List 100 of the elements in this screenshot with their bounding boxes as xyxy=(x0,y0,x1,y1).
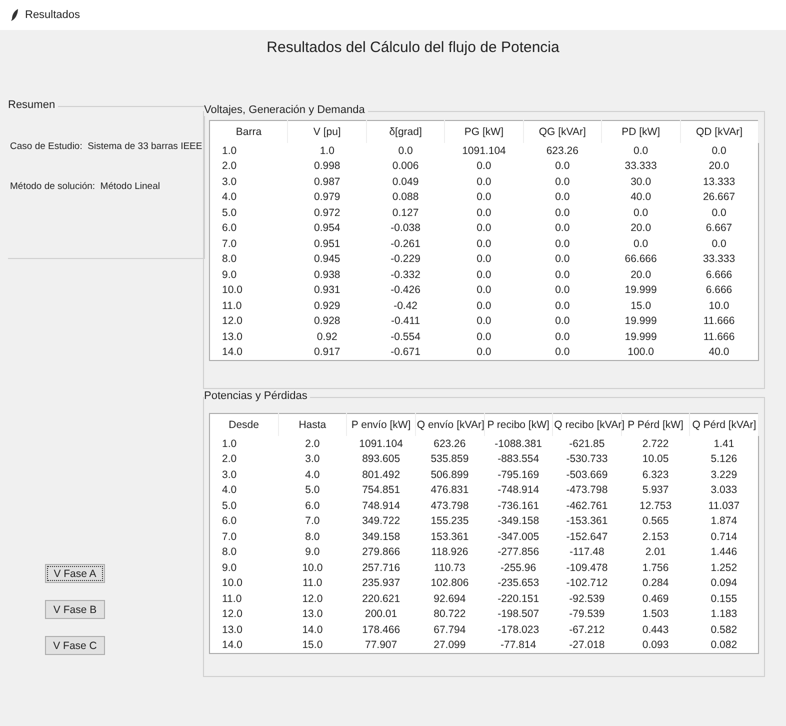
table-cell: 0.127 xyxy=(366,205,445,220)
table-cell: 535.859 xyxy=(415,452,484,467)
table-cell: 476.831 xyxy=(415,482,484,498)
table-cell: 0.0 xyxy=(523,236,602,252)
table-cell: 1.0 xyxy=(288,143,366,158)
table-cell: 0.945 xyxy=(288,252,366,267)
table-cell: -795.169 xyxy=(484,467,553,482)
table-cell: 40.0 xyxy=(680,344,758,360)
table-cell: 10.0 xyxy=(210,282,288,298)
table-cell: -79.539 xyxy=(552,606,622,622)
table-cell: 0.0 xyxy=(444,298,524,314)
table-cell: 0.0 xyxy=(444,190,524,205)
table-cell: -220.151 xyxy=(484,591,553,606)
table-cell: 8.0 xyxy=(210,252,288,267)
table-cell: 27.099 xyxy=(415,638,484,654)
table-cell: 0.0 xyxy=(444,174,524,190)
table-cell: 2.722 xyxy=(621,436,690,452)
table-cell: -0.229 xyxy=(366,252,445,267)
table-cell: 9.0 xyxy=(278,544,347,560)
column-header[interactable]: PD [kW] xyxy=(602,120,680,143)
phase-button[interactable]: V Fase B xyxy=(45,600,105,619)
table-cell: 12.0 xyxy=(210,314,288,329)
table-cell: 11.666 xyxy=(680,329,758,344)
column-header[interactable]: Barra xyxy=(210,120,288,143)
table-cell: 0.0 xyxy=(523,282,602,298)
table-cell: 0.0 xyxy=(602,143,680,158)
table-cell: 0.928 xyxy=(288,314,366,329)
table-cell: 77.907 xyxy=(346,638,416,654)
table-cell: 0.972 xyxy=(288,205,366,220)
table-cell: 155.235 xyxy=(415,514,484,529)
table-cell: 0.929 xyxy=(288,298,366,314)
table-cell: 0.082 xyxy=(690,638,758,654)
table-cell: 0.0 xyxy=(444,220,524,236)
table-cell: 4.0 xyxy=(278,467,347,482)
table-cell: 748.914 xyxy=(346,498,416,514)
column-header[interactable]: Desde xyxy=(210,414,278,436)
column-header[interactable]: PG [kW] xyxy=(444,120,524,143)
table-cell: 0.954 xyxy=(288,220,366,236)
table-cell: -153.361 xyxy=(552,514,622,529)
table-cell: 506.899 xyxy=(415,467,484,482)
column-header[interactable]: QG [kVAr] xyxy=(523,120,602,143)
table-cell: 11.666 xyxy=(680,314,758,329)
table-cell: 4.0 xyxy=(210,190,288,205)
table-cell: 0.0 xyxy=(680,205,758,220)
table-cell: 1.183 xyxy=(690,606,758,622)
table-cell: 19.999 xyxy=(602,329,680,344)
table-cell: 0.0 xyxy=(602,236,680,252)
table-cell: 33.333 xyxy=(680,252,758,267)
column-header[interactable]: QD [kVAr] xyxy=(680,120,758,143)
table-cell: 5.126 xyxy=(690,452,758,467)
table-cell: 6.323 xyxy=(621,467,690,482)
phase-button[interactable]: V Fase A xyxy=(45,564,105,583)
table-cell: 473.798 xyxy=(415,498,484,514)
column-header[interactable]: P envío [kW] xyxy=(346,414,416,436)
column-header[interactable]: Q recibo [kVAr] xyxy=(552,414,622,436)
table-cell: 13.0 xyxy=(278,606,347,622)
table-cell: 6.0 xyxy=(210,220,288,236)
table-cell: 15.0 xyxy=(278,638,347,654)
table-cell: 3.229 xyxy=(690,467,758,482)
column-header[interactable]: δ[grad] xyxy=(366,120,445,143)
table-cell: -349.158 xyxy=(484,514,553,529)
table-cell: 0.0 xyxy=(523,344,602,360)
table-cell: 0.951 xyxy=(288,236,366,252)
column-header[interactable]: V [pu] xyxy=(288,120,366,143)
table-cell: -0.332 xyxy=(366,267,445,282)
phase-button[interactable]: V Fase C xyxy=(45,636,105,655)
table-cell: 12.753 xyxy=(621,498,690,514)
table-cell: 19.999 xyxy=(602,282,680,298)
table-cell: 0.0 xyxy=(444,205,524,220)
table-cell: 0.0 xyxy=(602,205,680,220)
column-header[interactable]: Q envío [kVAr] xyxy=(415,414,484,436)
table-cell: 9.0 xyxy=(210,560,278,576)
table-cell: 100.0 xyxy=(602,344,680,360)
table-cell: 12.0 xyxy=(278,591,347,606)
table-cell: 0.0 xyxy=(523,158,602,174)
table-cell: 5.937 xyxy=(621,482,690,498)
table-cell: 801.492 xyxy=(346,467,416,482)
column-header[interactable]: Q Pérd [kVAr] xyxy=(690,414,758,436)
table-cell: 110.73 xyxy=(415,560,484,576)
table-cell: 0.0 xyxy=(680,143,758,158)
table-cell: 153.361 xyxy=(415,529,484,544)
table-cell: -102.712 xyxy=(552,576,622,591)
table-cell: 2.153 xyxy=(621,529,690,544)
table-cell: 7.0 xyxy=(210,236,288,252)
table-cell: -883.554 xyxy=(484,452,553,467)
column-header[interactable]: P recibo [kW] xyxy=(484,414,553,436)
table-cell: 118.926 xyxy=(415,544,484,560)
column-header[interactable]: Hasta xyxy=(278,414,347,436)
table-cell: 0.094 xyxy=(690,576,758,591)
table-cell: 1.252 xyxy=(690,560,758,576)
table-cell: 13.0 xyxy=(210,329,288,344)
table-cell: 0.0 xyxy=(444,252,524,267)
table-cell: 14.0 xyxy=(278,622,347,638)
table-cell: 754.851 xyxy=(346,482,416,498)
table-cell: 0.0 xyxy=(444,236,524,252)
table-cell: 10.0 xyxy=(680,298,758,314)
table-cell: 0.0 xyxy=(444,329,524,344)
table-cell: 0.0 xyxy=(680,236,758,252)
frame-title: Resumen xyxy=(8,99,58,111)
table-cell: 0.0 xyxy=(523,314,602,329)
